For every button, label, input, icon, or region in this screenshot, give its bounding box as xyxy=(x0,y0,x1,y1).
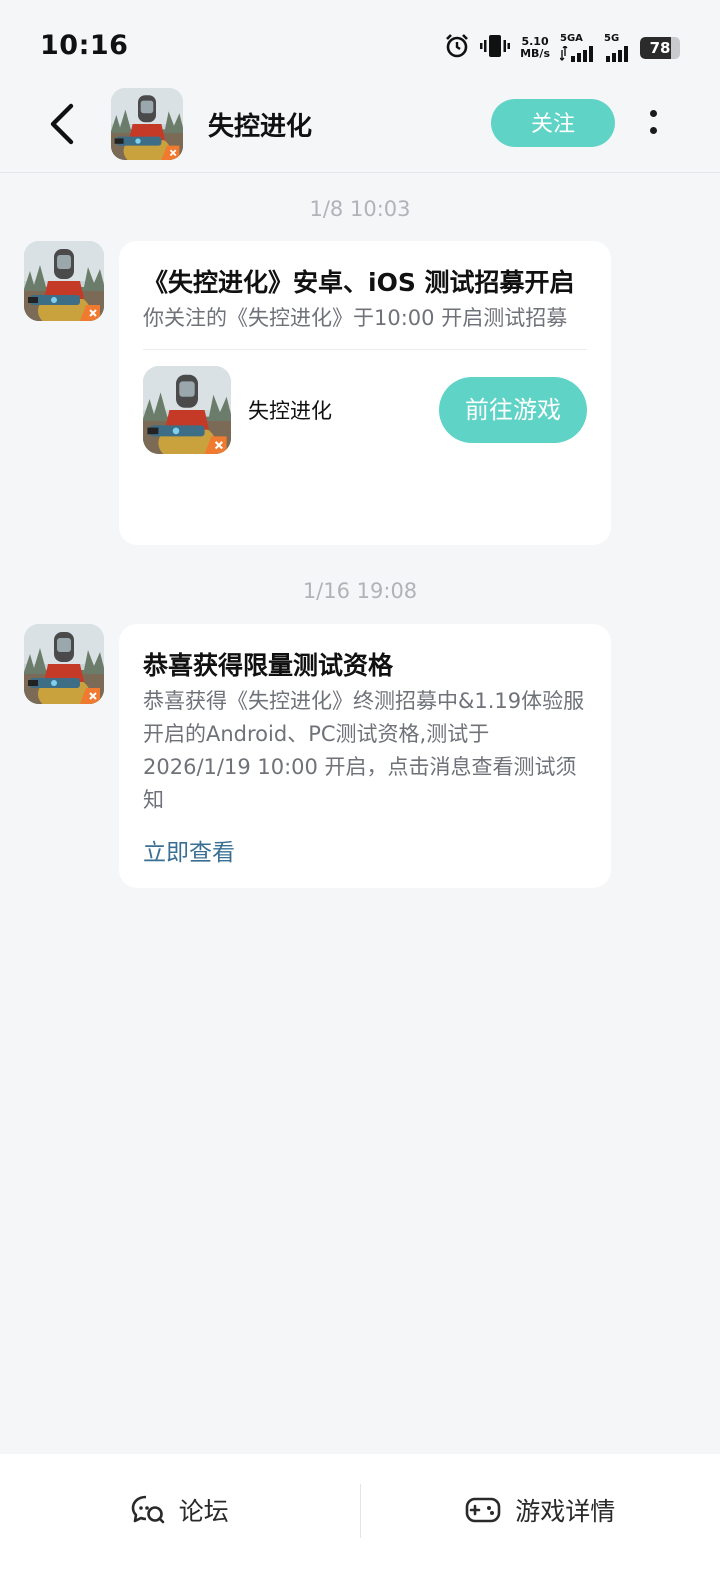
message-card[interactable]: 《失控进化》安卓、iOS 测试招募开启 你关注的《失控进化》于10:00 开启测… xyxy=(119,241,611,545)
signal-bars-icon xyxy=(606,46,628,62)
battery-level: 78 xyxy=(649,39,671,57)
view-now-link[interactable]: 立即查看 xyxy=(143,833,235,867)
more-options-button[interactable] xyxy=(638,102,668,142)
forum-tab[interactable]: 论坛 xyxy=(0,1454,360,1566)
go-to-game-button[interactable]: 前往游戏 xyxy=(439,377,587,443)
alarm-icon xyxy=(444,33,470,63)
more-dot xyxy=(649,110,657,117)
bottom-bar: 论坛 游戏详情 xyxy=(0,1454,720,1584)
status-icons: 5.10 MB/s 5GA 5G 78 xyxy=(444,30,680,66)
message-title: 《失控进化》安卓、iOS 测试招募开启 xyxy=(143,268,575,297)
message-body: 你关注的《失控进化》于10:00 开启测试招募 xyxy=(143,306,568,330)
battery-indicator: 78 xyxy=(640,37,680,59)
game-details-label: 游戏详情 xyxy=(515,1497,616,1526)
signal-bars-icon xyxy=(560,46,593,62)
message-card[interactable]: 恭喜获得限量测试资格 恭喜获得《失控进化》终测招募中&1.19体验服开启的And… xyxy=(119,624,611,888)
follow-button[interactable]: 关注 xyxy=(491,99,615,147)
sender-avatar[interactable] xyxy=(24,624,104,704)
signal-5g: 5G xyxy=(604,34,630,62)
message-body: 恭喜获得《失控进化》终测招募中&1.19体验服开启的Android、PC测试资格… xyxy=(143,689,585,812)
forum-label: 论坛 xyxy=(178,1497,229,1526)
status-time: 10:16 xyxy=(40,30,129,61)
vibrate-icon xyxy=(480,33,511,63)
back-button[interactable] xyxy=(38,98,86,150)
chevron-left-icon xyxy=(50,103,74,145)
more-dot xyxy=(649,127,657,134)
signal-5ga: 5GA xyxy=(560,34,594,62)
game-avatar[interactable] xyxy=(111,88,183,160)
sender-avatar[interactable] xyxy=(24,241,104,321)
message-timestamp: 1/16 19:08 xyxy=(302,579,418,603)
game-icon[interactable] xyxy=(143,366,231,454)
page-title: 失控进化 xyxy=(208,112,313,142)
top-header: 失控进化 关注 xyxy=(0,88,720,173)
game-details-tab[interactable]: 游戏详情 xyxy=(361,1454,720,1566)
game-row: 失控进化 前往游戏 xyxy=(143,350,587,476)
forum-chat-icon xyxy=(131,1495,165,1524)
network-speed: 5.10 MB/s xyxy=(520,35,550,60)
status-bar: 10:16 5.10 MB/s 5GA 5G 78 xyxy=(0,0,720,88)
gamepad-icon xyxy=(465,1497,501,1523)
message-title: 恭喜获得限量测试资格 xyxy=(143,651,394,680)
game-name: 失控进化 xyxy=(248,399,332,423)
message-timestamp: 1/8 10:03 xyxy=(309,197,411,221)
